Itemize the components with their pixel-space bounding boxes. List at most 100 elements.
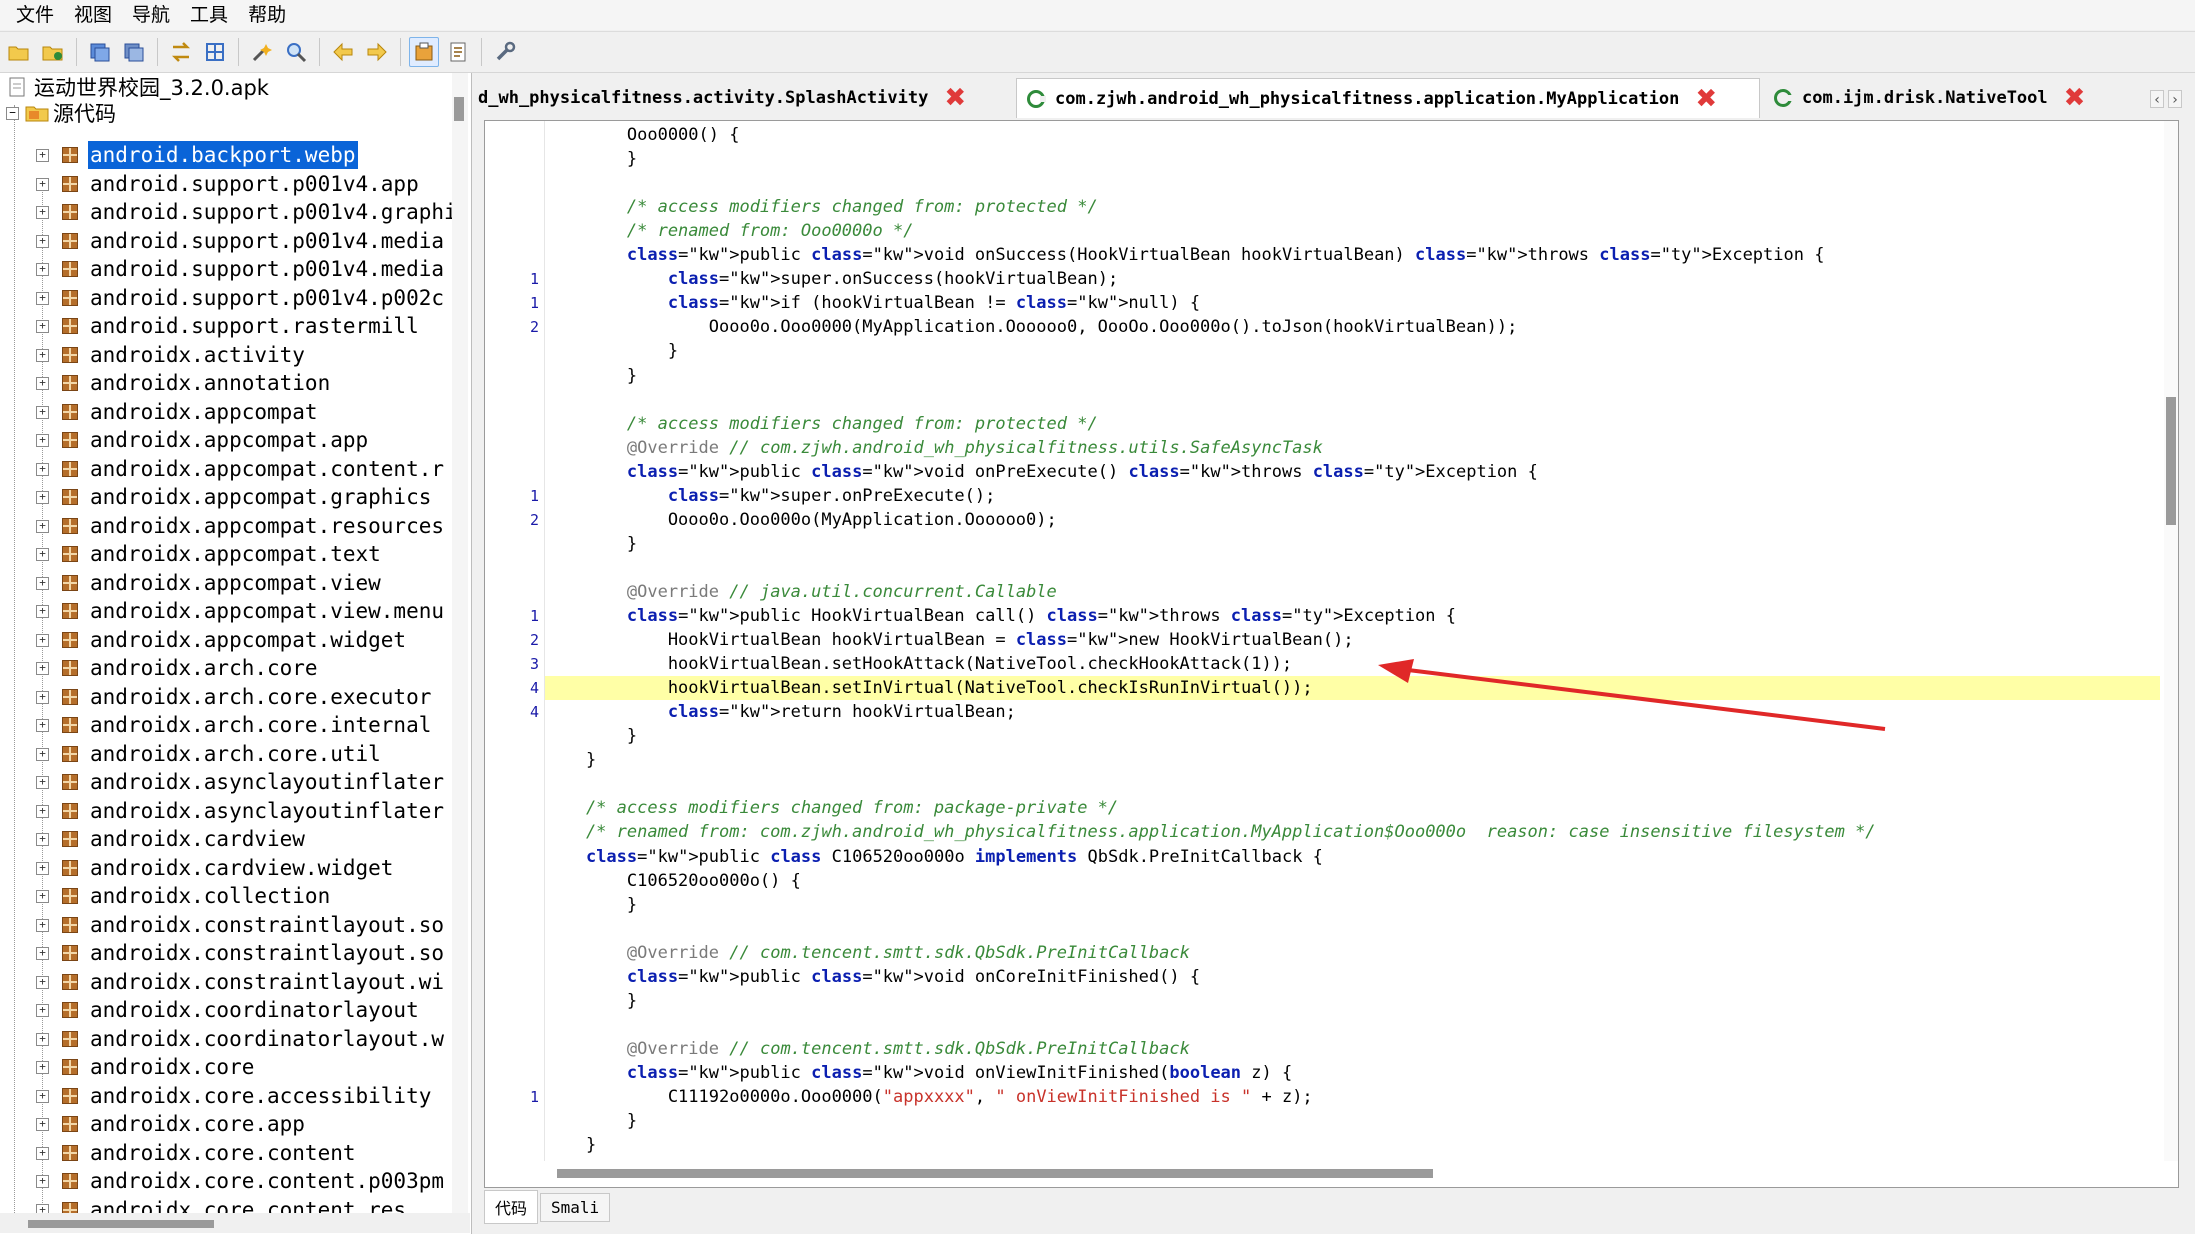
tree-package-item[interactable]: + android.support.p001v4.media (0, 255, 450, 283)
grid-icon[interactable] (200, 37, 230, 67)
tree-package-item[interactable]: + androidx.cardview (0, 825, 450, 853)
menu-file[interactable]: 文件 (6, 0, 64, 30)
expand-icon[interactable]: + (36, 177, 49, 191)
tree-package-item[interactable]: + androidx.arch.core (0, 654, 450, 682)
code-line[interactable]: /* access modifiers changed from: protec… (545, 412, 2160, 436)
code-line[interactable]: } (545, 364, 2160, 388)
menu-help[interactable]: 帮助 (238, 0, 296, 30)
expand-icon[interactable]: + (36, 348, 49, 362)
menu-view[interactable]: 视图 (64, 0, 122, 30)
decompile-icon[interactable] (409, 37, 439, 67)
code-line[interactable]: HookVirtualBean hookVirtualBean = class=… (545, 628, 2160, 652)
project-tree[interactable]: 运动世界校园_3.2.0.apk − 源代码 + android.backport… (0, 73, 472, 1234)
menu-navigate[interactable]: 导航 (122, 0, 180, 30)
expand-icon[interactable]: + (36, 947, 49, 960)
editor-vertical-scrollbar[interactable] (2164, 121, 2178, 1161)
expand-icon[interactable]: + (36, 1004, 49, 1017)
tree-package-item[interactable]: + androidx.core (0, 1053, 450, 1081)
magic-wand-icon[interactable] (247, 37, 277, 67)
code-line[interactable]: Oooo0o.Ooo0000(MyApplication.Oooooo0, Oo… (545, 315, 2160, 339)
code-line[interactable]: class="kw">public class="kw">void onSucc… (545, 243, 2160, 267)
tree-package-item[interactable]: + androidx.appcompat (0, 398, 450, 426)
code-line[interactable]: } (545, 893, 2160, 917)
expand-icon[interactable]: + (36, 263, 49, 276)
tree-package-item[interactable]: + androidx.appcompat.view.menu (0, 597, 450, 625)
tab-my-application[interactable]: com.zjwh.android_wh_physicalfitness.appl… (1016, 78, 1760, 118)
expand-icon[interactable]: + (36, 576, 49, 590)
tree-package-item[interactable]: + androidx.appcompat.view (0, 569, 450, 597)
expand-icon[interactable]: + (36, 690, 49, 704)
tab-code[interactable]: 代码 (484, 1190, 539, 1224)
tree-package-item[interactable]: + androidx.appcompat.app (0, 426, 450, 454)
code-line[interactable] (545, 772, 2160, 796)
expand-icon[interactable]: + (36, 861, 49, 875)
code-line[interactable]: C11192o0000o.Ooo0000("appxxxx", " onView… (545, 1085, 2160, 1109)
settings-wrench-icon[interactable] (490, 37, 520, 67)
tree-package-item[interactable]: + androidx.asynclayoutinflater (0, 797, 450, 825)
code-line[interactable]: class="kw">return hookVirtualBean; (545, 700, 2160, 724)
expand-icon[interactable]: + (36, 206, 49, 219)
tree-package-item[interactable]: + androidx.core.content.p003pm (0, 1167, 450, 1195)
tree-package-item[interactable]: + androidx.core.accessibility (0, 1082, 450, 1110)
expand-icon[interactable]: + (36, 434, 49, 447)
code-line[interactable]: } (545, 724, 2160, 748)
tree-vertical-scrollbar[interactable] (452, 73, 468, 1213)
sync-icon[interactable] (166, 37, 196, 67)
tree-horizontal-scrollbar[interactable] (0, 1213, 470, 1233)
tab-native-tool[interactable]: com.ijm.drisk.NativeTool ✖ (1768, 78, 2118, 118)
code-line[interactable]: class="kw">public class="kw">void onPreE… (545, 460, 2160, 484)
code-line-highlighted[interactable]: hookVirtualBean.setInVirtual(NativeTool.… (545, 676, 2160, 701)
expand-icon[interactable]: + (36, 833, 49, 846)
menu-tools[interactable]: 工具 (180, 0, 238, 30)
code-line[interactable]: } (545, 748, 2160, 772)
tree-package-item[interactable]: + androidx.constraintlayout.wi (0, 968, 450, 996)
tree-package-item[interactable]: + android.support.p001v4.graphi (0, 198, 457, 226)
code-line[interactable]: class="kw">public class C106520oo000o im… (545, 845, 2160, 869)
code-line[interactable]: @Override // com.tencent.smtt.sdk.QbSdk.… (545, 1037, 2160, 1061)
expand-icon[interactable]: + (36, 1175, 49, 1188)
tree-package-item[interactable]: + androidx.constraintlayout.so (0, 939, 450, 967)
code-area[interactable]: Ooo0000() { } /* access modifiers change… (545, 121, 2160, 1161)
tab-splash-activity[interactable]: d_wh_physicalfitness.activity.SplashActi… (478, 78, 1038, 118)
code-line[interactable]: } (545, 147, 2160, 171)
add-file-icon[interactable] (38, 37, 68, 67)
code-line[interactable]: class="kw">super.onPreExecute(); (545, 484, 2160, 508)
expand-icon[interactable]: + (36, 719, 49, 732)
code-line[interactable]: class="kw">if (hookVirtualBean != class=… (545, 291, 2160, 315)
code-line[interactable]: Oooo0o.Ooo000o(MyApplication.Oooooo0); (545, 508, 2160, 532)
tab-scroll-right-icon[interactable]: › (2168, 90, 2182, 108)
expand-icon[interactable]: + (36, 519, 49, 533)
tree-package-item[interactable]: + androidx.appcompat.graphics (0, 483, 450, 511)
code-line[interactable] (545, 1013, 2160, 1037)
expand-icon[interactable]: + (36, 918, 49, 932)
tree-package-item[interactable]: + androidx.core.content (0, 1139, 450, 1167)
expand-icon[interactable]: + (36, 1032, 49, 1046)
code-line[interactable] (545, 171, 2160, 195)
tab-smali[interactable]: Smali (540, 1192, 611, 1222)
tree-package-item[interactable]: + androidx.arch.core.util (0, 740, 450, 768)
code-line[interactable]: /* access modifiers changed from: protec… (545, 195, 2160, 219)
tab-scroll-left-icon[interactable]: ‹ (2150, 90, 2164, 108)
code-line[interactable] (545, 388, 2160, 412)
tree-package-item[interactable]: + androidx.core.app (0, 1110, 450, 1138)
code-line[interactable]: } (545, 1133, 2160, 1157)
expand-icon[interactable]: + (36, 747, 49, 761)
tree-package-item[interactable]: + androidx.appcompat.widget (0, 626, 450, 654)
code-line[interactable]: class="kw">public HookVirtualBean call()… (545, 604, 2160, 628)
code-line[interactable]: @Override // java.util.concurrent.Callab… (545, 580, 2160, 604)
expand-icon[interactable]: + (36, 1146, 49, 1160)
close-icon[interactable]: ✖ (2064, 83, 2086, 113)
expand-icon[interactable]: + (36, 633, 49, 647)
code-line[interactable]: class="kw">super.onSuccess(hookVirtualBe… (545, 267, 2160, 291)
code-line[interactable]: C106520oo000o() { (545, 869, 2160, 893)
save-icon[interactable] (85, 37, 115, 67)
expand-icon[interactable]: + (36, 405, 49, 419)
code-line[interactable]: @Override // com.tencent.smtt.sdk.QbSdk.… (545, 941, 2160, 965)
search-icon[interactable] (281, 37, 311, 67)
forward-arrow-icon[interactable] (362, 37, 392, 67)
code-line[interactable]: hookVirtualBean.setHookAttack(NativeTool… (545, 652, 2160, 676)
code-line[interactable] (545, 556, 2160, 580)
expand-icon[interactable]: + (36, 776, 49, 789)
tree-package-item[interactable]: + android.support.p001v4.p002c (0, 284, 450, 312)
expand-icon[interactable]: + (36, 320, 49, 333)
